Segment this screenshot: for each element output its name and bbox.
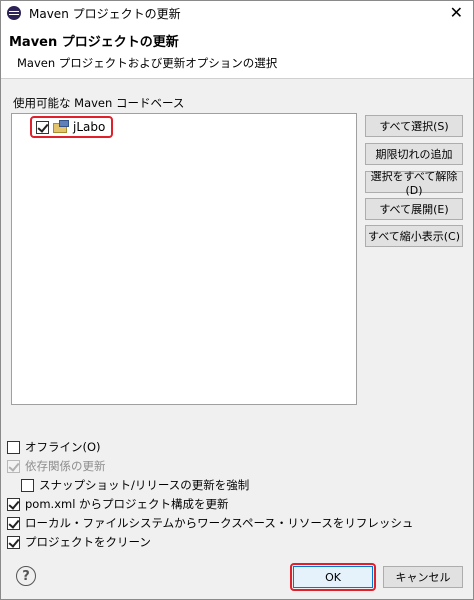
offline-checkbox[interactable] (7, 440, 20, 454)
option-label: ローカル・ファイルシステムからワークスペース・リソースをリフレッシュ (25, 516, 414, 530)
banner-description: Maven プロジェクトおよび更新オプションの選択 (17, 56, 278, 70)
update-maven-project-dialog: Maven プロジェクトの更新 ✕ Maven プロジェクトの更新 Maven … (0, 0, 474, 600)
window-title: Maven プロジェクトの更新 (29, 6, 181, 21)
option-label: スナップショット/リリースの更新を強制 (39, 478, 250, 492)
banner-title: Maven プロジェクトの更新 (9, 35, 179, 50)
option-force-update-snapshots[interactable]: スナップショット/リリースの更新を強制 (21, 477, 249, 493)
select-all-button[interactable]: すべて選択(S) (365, 115, 463, 137)
update-dependencies-checkbox (7, 459, 20, 473)
codebase-list-label: 使用可能な Maven コードベース (13, 96, 185, 110)
close-icon[interactable]: ✕ (450, 3, 463, 22)
option-label: プロジェクトをクリーン (25, 535, 151, 549)
refresh-local-checkbox[interactable] (7, 516, 20, 530)
eclipse-icon (7, 6, 21, 20)
update-config-checkbox[interactable] (7, 497, 20, 511)
codebase-tree[interactable]: jLabo (11, 113, 357, 405)
option-clean-projects[interactable]: プロジェクトをクリーン (7, 534, 151, 550)
ok-button[interactable]: OK (293, 566, 373, 588)
maven-project-icon (53, 120, 69, 134)
clean-projects-checkbox[interactable] (7, 535, 20, 549)
option-label: 依存関係の更新 (25, 459, 106, 473)
expand-all-button[interactable]: すべて展開(E) (365, 198, 463, 220)
tree-item-jlabo[interactable]: jLabo (30, 116, 114, 138)
tree-item-label: jLabo (73, 120, 106, 134)
option-refresh-local[interactable]: ローカル・ファイルシステムからワークスペース・リソースをリフレッシュ (7, 515, 413, 531)
option-label: オフライン(O) (25, 440, 101, 454)
force-update-checkbox[interactable] (21, 478, 34, 492)
option-label: pom.xml からプロジェクト構成を更新 (25, 497, 229, 511)
option-update-config[interactable]: pom.xml からプロジェクト構成を更新 (7, 496, 229, 512)
deselect-all-button[interactable]: 選択をすべて解除(D) (365, 170, 463, 197)
dialog-banner: Maven プロジェクトの更新 Maven プロジェクトおよび更新オプションの選… (1, 25, 473, 79)
help-icon[interactable]: ? (16, 566, 36, 586)
title-bar: Maven プロジェクトの更新 ✕ (1, 1, 473, 25)
option-offline[interactable]: オフライン(O) (7, 439, 101, 455)
cancel-button[interactable]: キャンセル (383, 566, 463, 588)
jlabo-checkbox[interactable] (36, 120, 49, 134)
add-out-of-date-button[interactable]: 期限切れの追加 (365, 143, 463, 165)
collapse-all-button[interactable]: すべて縮小表示(C) (365, 225, 463, 247)
option-update-dependencies: 依存関係の更新 (7, 458, 106, 474)
